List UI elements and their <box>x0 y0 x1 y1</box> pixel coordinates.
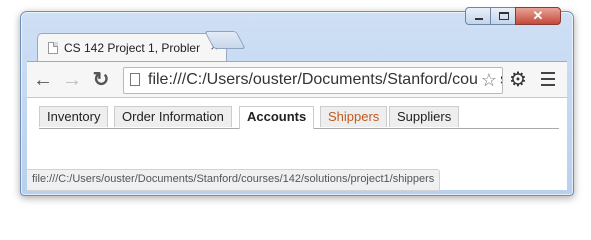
reload-icon[interactable]: ↻ <box>89 68 113 92</box>
tab-inventory[interactable]: Inventory <box>39 106 109 127</box>
browser-toolbar: ← → ↻ file:///C:/Users/ouster/Documents/… <box>27 61 567 98</box>
address-bar[interactable]: file:///C:/Users/ouster/Documents/Stanfo… <box>123 67 503 94</box>
close-window-button[interactable]: ✕ <box>515 7 561 25</box>
forward-icon[interactable]: → <box>60 68 84 92</box>
status-bar-url: file:///C:/Users/ouster/Documents/Stanfo… <box>27 169 441 191</box>
tab-suppliers[interactable]: Suppliers <box>389 106 460 127</box>
tab-shippers[interactable]: Shippers <box>320 106 388 127</box>
maximize-icon <box>499 12 509 20</box>
window-controls: ✕ <box>465 7 561 27</box>
page-content: Inventory Order Information Accounts Shi… <box>27 97 567 191</box>
tab-order-information[interactable]: Order Information <box>114 106 232 127</box>
browser-tab-active[interactable]: CS 142 Project 1, Problem × <box>37 33 227 62</box>
maximize-button[interactable] <box>490 7 516 25</box>
minimize-icon <box>475 18 483 20</box>
address-url[interactable]: file:///C:/Users/ouster/Documents/Stanfo… <box>148 71 502 89</box>
settings-gear-icon[interactable]: ⚙ <box>509 68 527 92</box>
minimize-button[interactable] <box>465 7 491 25</box>
bookmark-star-icon[interactable]: ☆ <box>478 68 500 93</box>
tab-accounts[interactable]: Accounts <box>239 106 315 129</box>
back-icon[interactable]: ← <box>31 68 55 92</box>
menu-icon[interactable] <box>541 72 555 90</box>
page-icon <box>130 73 140 86</box>
tab-title: CS 142 Project 1, Problem <box>64 41 200 55</box>
close-icon: ✕ <box>532 8 544 23</box>
page-tab-bar: Inventory Order Information Accounts Shi… <box>39 106 559 129</box>
page-favicon-icon <box>48 42 58 54</box>
